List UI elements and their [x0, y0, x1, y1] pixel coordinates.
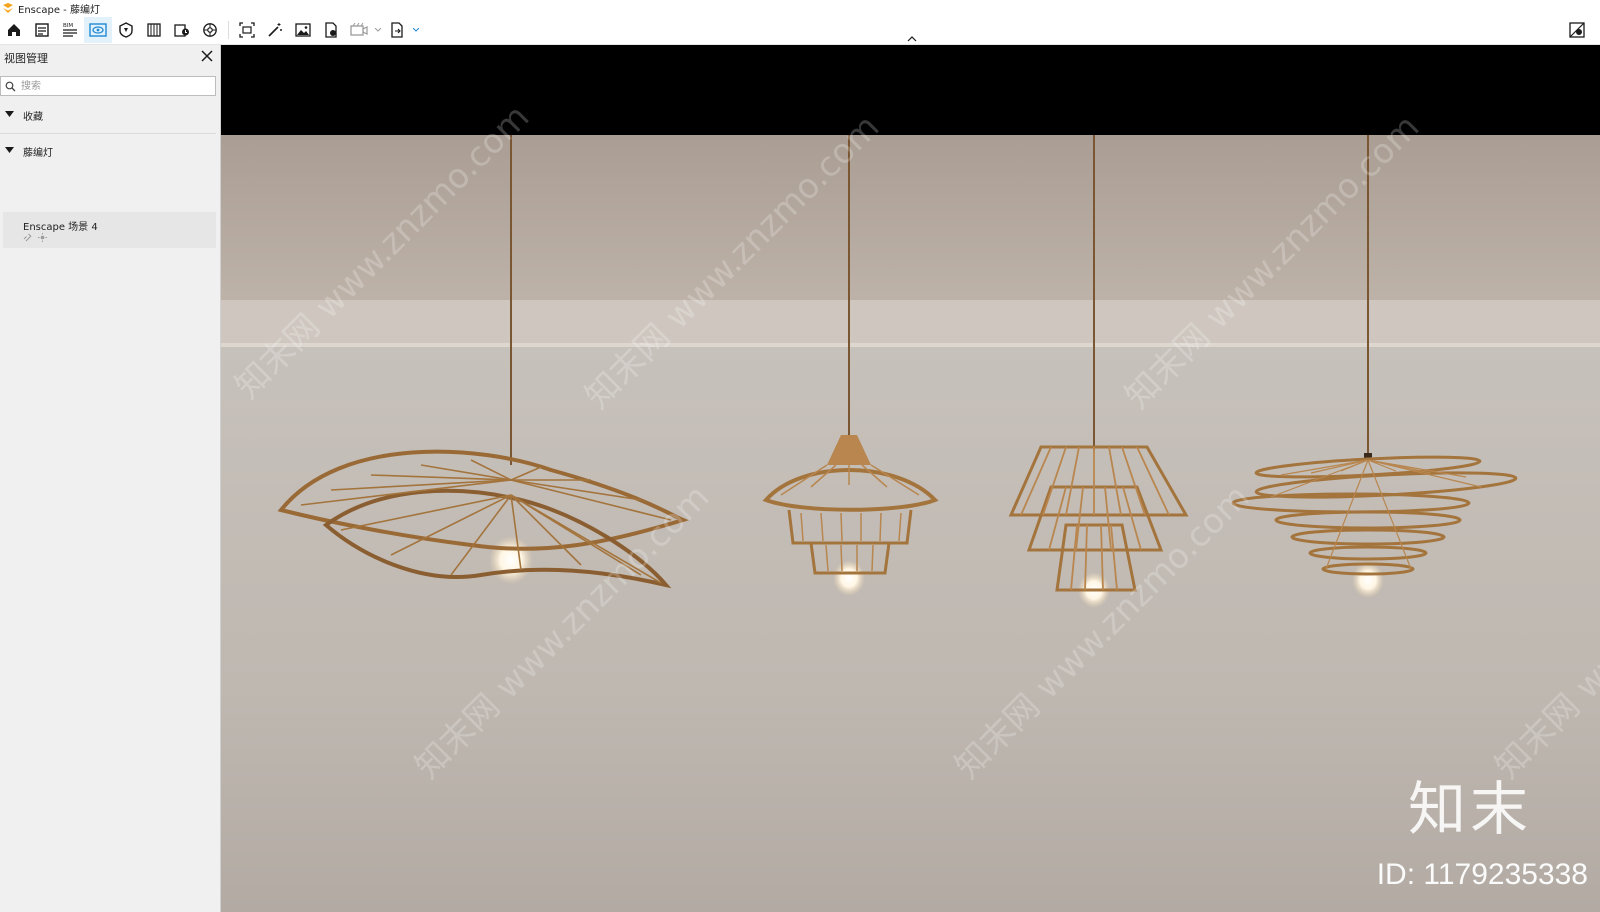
video-button[interactable]	[345, 17, 373, 43]
video-dropdown[interactable]	[373, 17, 383, 43]
screenshot-icon	[239, 22, 255, 38]
bim-button[interactable]: BIM	[56, 17, 84, 43]
group-favorites[interactable]: 收藏	[0, 103, 216, 125]
batch-render-button[interactable]	[168, 17, 196, 43]
enscape-logo-icon	[3, 3, 13, 13]
document-icon	[35, 23, 49, 37]
image-button[interactable]	[289, 17, 317, 43]
panel-header: 视图管理	[0, 45, 220, 67]
view-management-panel: 视图管理 收藏 藤编灯 Enscape 场景 4	[0, 45, 221, 912]
asset-id-label: ID: 1179235338	[1376, 858, 1588, 891]
document-button[interactable]	[28, 17, 56, 43]
svg-text:BIM: BIM	[63, 23, 73, 29]
bim-icon: BIM	[63, 23, 77, 37]
screenshot-button[interactable]	[233, 17, 261, 43]
feedback-icon	[1569, 22, 1585, 38]
search-box[interactable]	[0, 76, 216, 96]
search-input[interactable]	[21, 79, 211, 93]
toolbar: BIM	[0, 16, 1600, 45]
asset-library-icon	[119, 22, 133, 38]
brand-watermark: 知末	[1407, 775, 1532, 843]
material-editor-icon	[147, 23, 161, 37]
wand-icon	[268, 23, 282, 37]
group-divider	[0, 133, 216, 134]
batch-render-icon	[174, 24, 189, 37]
chevron-down-icon	[413, 28, 419, 32]
group-label: 收藏	[23, 112, 43, 123]
title-bar: Enscape - 藤编灯	[0, 0, 1600, 16]
file-export-icon	[391, 22, 403, 38]
home-button[interactable]	[0, 17, 28, 43]
video-icon	[350, 22, 368, 36]
eye-icon	[89, 23, 107, 37]
file-export-button[interactable]	[383, 17, 411, 43]
export-button[interactable]	[317, 17, 345, 43]
image-icon	[295, 23, 311, 37]
window-title: Enscape - 藤编灯	[18, 4, 100, 16]
expand-triangle-icon	[5, 111, 14, 117]
material-editor-button[interactable]	[140, 17, 168, 43]
link-icon[interactable]	[23, 233, 32, 242]
export-icon	[325, 22, 337, 38]
collapse-toolbar-button[interactable]	[904, 34, 920, 44]
search-icon	[5, 81, 16, 92]
asset-library-button[interactable]	[112, 17, 140, 43]
magic-wand-button[interactable]	[261, 17, 289, 43]
close-icon[interactable]	[200, 49, 214, 63]
chevron-down-icon	[375, 28, 381, 32]
render-image	[221, 135, 1600, 912]
group-rattan-lamp[interactable]: 藤编灯	[0, 139, 216, 161]
chevron-up-icon	[907, 36, 917, 42]
sun-icon[interactable]	[38, 233, 47, 242]
panel-title: 视图管理	[4, 52, 48, 65]
toolbar-divider	[228, 21, 229, 39]
home-icon	[8, 24, 20, 36]
settings-button[interactable]	[196, 17, 224, 43]
settings-icon	[203, 23, 217, 37]
group-label: 藤编灯	[23, 148, 53, 159]
view-item-label: Enscape 场景 4	[23, 222, 98, 233]
expand-triangle-icon	[5, 147, 14, 153]
feedback-button[interactable]	[1564, 17, 1590, 43]
render-viewport[interactable]: 知末网 www.znzmo.com 知末网 www.znzmo.com 知末网 …	[221, 45, 1600, 912]
view-management-button[interactable]	[84, 17, 112, 43]
file-export-dropdown[interactable]	[411, 17, 421, 43]
view-item[interactable]: Enscape 场景 4	[3, 212, 216, 248]
